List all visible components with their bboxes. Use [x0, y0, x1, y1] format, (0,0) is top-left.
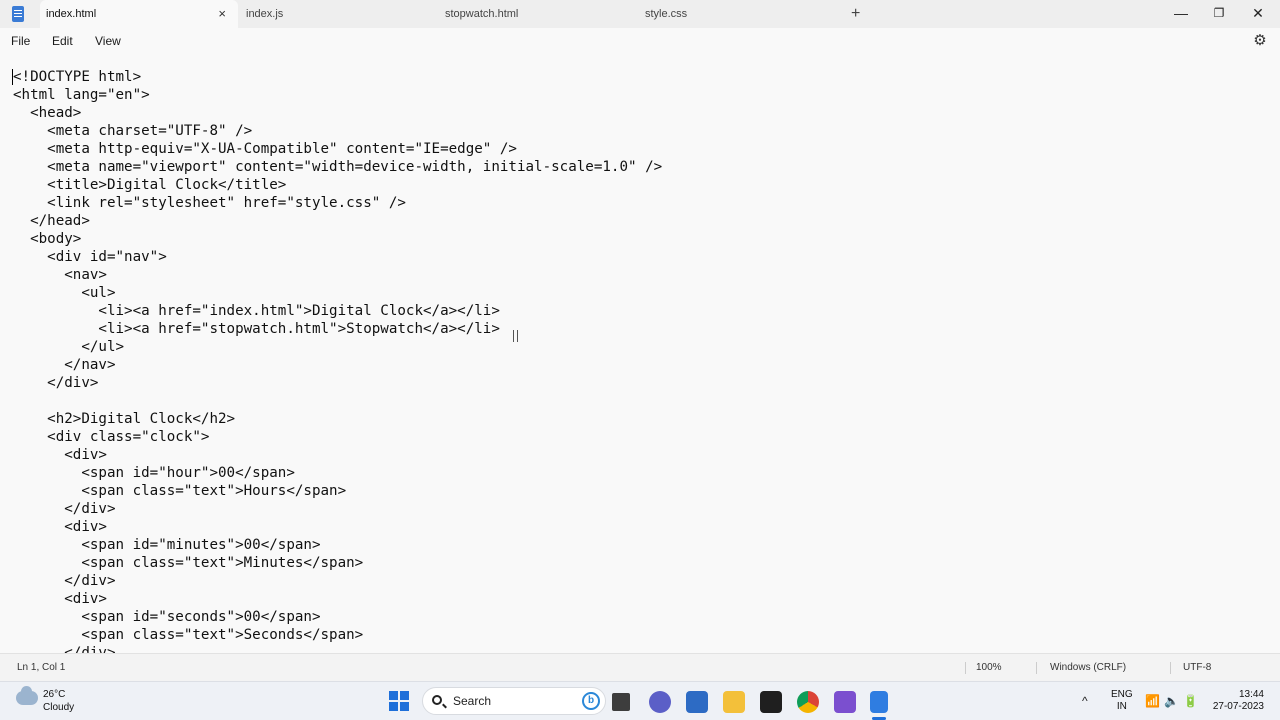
language-indicator[interactable]: ENG IN: [1111, 689, 1133, 713]
text-editor[interactable]: <!DOCTYPE html> <html lang="en"> <head> <…: [0, 55, 1280, 653]
status-bar: Ln 1, Col 1 100% Windows (CRLF) UTF-8: [0, 653, 1280, 681]
teams-chat-icon[interactable]: [649, 691, 671, 713]
search-label: Search: [453, 694, 492, 708]
tab-index-js[interactable]: index.js: [240, 0, 438, 28]
menu-edit[interactable]: Edit: [52, 28, 73, 55]
tab-style-css[interactable]: style.css: [640, 0, 838, 28]
status-divider: [1170, 662, 1171, 674]
code-content[interactable]: <!DOCTYPE html> <html lang="en"> <head> <…: [13, 68, 662, 653]
taskbar-search[interactable]: Search b: [422, 687, 606, 715]
clipchamp-icon[interactable]: [834, 691, 856, 713]
code-line[interactable]: <body>: [13, 230, 662, 248]
code-line[interactable]: <span class="text">Minutes</span>: [13, 554, 662, 572]
system-clock[interactable]: 13:44 27-07-2023: [1210, 689, 1264, 713]
new-tab-button[interactable]: +: [851, 0, 860, 28]
code-line[interactable]: </div>: [13, 374, 662, 392]
code-line[interactable]: <h2>Digital Clock</h2>: [13, 410, 662, 428]
code-line[interactable]: <div>: [13, 590, 662, 608]
cloud-icon[interactable]: [16, 686, 38, 705]
code-line[interactable]: </div>: [13, 644, 662, 653]
code-line[interactable]: <li><a href="stopwatch.html">Stopwatch</…: [13, 320, 662, 338]
minimize-button[interactable]: —: [1161, 0, 1201, 28]
notepad-taskbar-icon[interactable]: [870, 691, 888, 713]
maximize-button[interactable]: ❐: [1199, 0, 1239, 28]
clock-time: 13:44: [1238, 689, 1264, 700]
notepad-app-icon: [12, 6, 24, 22]
code-line[interactable]: <link rel="stylesheet" href="style.css" …: [13, 194, 662, 212]
microsoft-store-icon[interactable]: [686, 691, 708, 713]
tab-index-html[interactable]: index.html ×: [40, 0, 238, 28]
code-line[interactable]: <meta charset="UTF-8" />: [13, 122, 662, 140]
code-line[interactable]: <title>Digital Clock</title>: [13, 176, 662, 194]
text-caret: [12, 69, 13, 85]
code-line[interactable]: </nav>: [13, 356, 662, 374]
gear-icon[interactable]: ⚙: [1252, 33, 1268, 49]
tab-label: index.js: [246, 8, 284, 20]
winamp-icon[interactable]: [760, 691, 782, 713]
weather-temperature[interactable]: 26°C: [43, 689, 65, 700]
ibeam-cursor-icon: [513, 330, 518, 342]
tab-stopwatch-html[interactable]: stopwatch.html: [440, 0, 638, 28]
code-line[interactable]: <head>: [13, 104, 662, 122]
code-line[interactable]: <nav>: [13, 266, 662, 284]
close-tab-icon[interactable]: ×: [218, 0, 226, 28]
task-view-icon[interactable]: [612, 693, 630, 711]
tab-label: stopwatch.html: [445, 8, 519, 20]
code-line[interactable]: </ul>: [13, 338, 662, 356]
code-line[interactable]: <div id="nav">: [13, 248, 662, 266]
code-line[interactable]: <span id="seconds">00</span>: [13, 608, 662, 626]
tab-label: index.html: [46, 8, 97, 20]
file-explorer-icon[interactable]: [723, 691, 745, 713]
tab-label: style.css: [645, 8, 688, 20]
menu-file[interactable]: File: [11, 28, 30, 55]
chevron-up-icon[interactable]: ^: [1082, 682, 1088, 720]
menu-bar: File Edit View ⚙: [0, 28, 1280, 55]
code-line[interactable]: </div>: [13, 500, 662, 518]
cursor-position: Ln 1, Col 1: [17, 662, 66, 673]
chrome-icon[interactable]: [797, 691, 819, 713]
zoom-level: 100%: [976, 662, 1002, 673]
battery-icon[interactable]: 🔋: [1183, 682, 1198, 720]
code-line[interactable]: <span class="text">Hours</span>: [13, 482, 662, 500]
code-line[interactable]: <div class="clock">: [13, 428, 662, 446]
weather-description[interactable]: Cloudy: [43, 702, 74, 713]
language-code: ENG: [1111, 689, 1133, 700]
code-line[interactable]: <ul>: [13, 284, 662, 302]
status-divider: [1036, 662, 1037, 674]
bing-icon[interactable]: b: [582, 692, 600, 710]
close-window-button[interactable]: ✕: [1238, 0, 1278, 28]
status-divider: [965, 662, 966, 674]
volume-icon[interactable]: 🔈: [1164, 682, 1179, 720]
code-line[interactable]: <meta http-equiv="X-UA-Compatible" conte…: [13, 140, 662, 158]
code-line[interactable]: </div>: [13, 572, 662, 590]
code-line[interactable]: <span id="minutes">00</span>: [13, 536, 662, 554]
windows-start-icon[interactable]: [389, 691, 409, 711]
title-bar: index.html × index.js stopwatch.html sty…: [0, 0, 1280, 28]
wifi-icon[interactable]: 📶: [1145, 682, 1160, 720]
code-line[interactable]: <span class="text">Seconds</span>: [13, 626, 662, 644]
region-code: IN: [1116, 701, 1127, 712]
code-line[interactable]: </head>: [13, 212, 662, 230]
code-line[interactable]: <!DOCTYPE html>: [13, 68, 662, 86]
menu-view[interactable]: View: [95, 28, 121, 55]
taskbar: 26°C Cloudy Search b ^ ENG IN 📶 🔈 🔋 13:4…: [0, 681, 1280, 720]
encoding: UTF-8: [1183, 662, 1212, 673]
line-ending: Windows (CRLF): [1050, 662, 1127, 673]
search-icon: [432, 695, 442, 705]
code-line[interactable]: <li><a href="index.html">Digital Clock</…: [13, 302, 662, 320]
code-line[interactable]: <meta name="viewport" content="width=dev…: [13, 158, 662, 176]
code-line[interactable]: <span id="hour">00</span>: [13, 464, 662, 482]
code-line[interactable]: <div>: [13, 446, 662, 464]
code-line[interactable]: <html lang="en">: [13, 86, 662, 104]
code-line[interactable]: <div>: [13, 518, 662, 536]
clock-date: 27-07-2023: [1212, 701, 1264, 712]
code-line[interactable]: [13, 392, 662, 410]
